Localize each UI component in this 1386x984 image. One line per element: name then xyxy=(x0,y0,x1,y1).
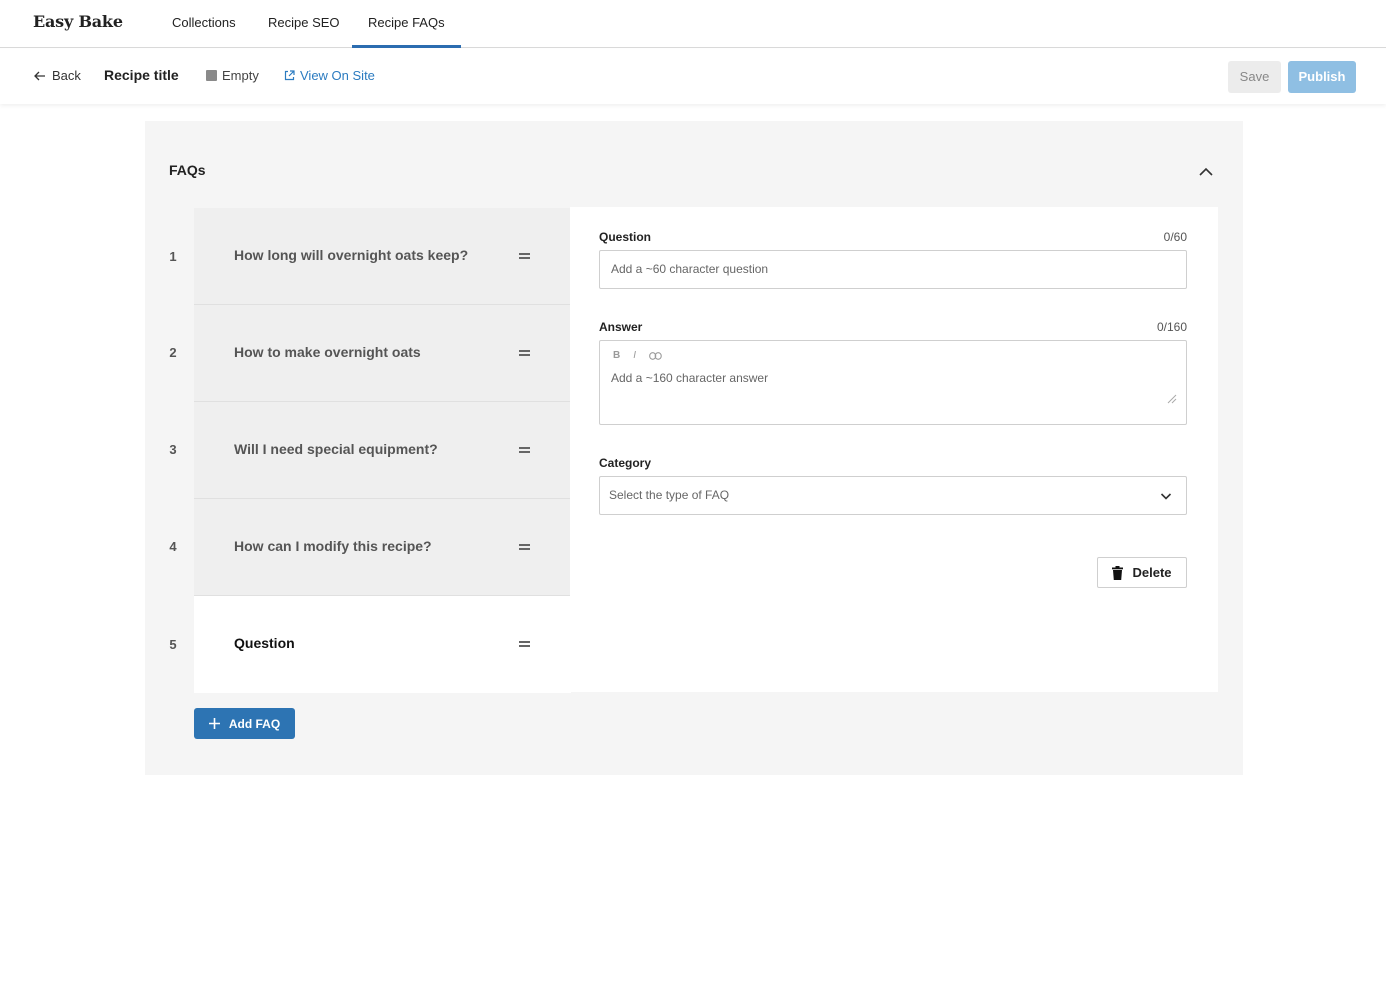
faq-number: 2 xyxy=(169,345,177,360)
italic-icon[interactable]: I xyxy=(633,350,636,361)
answer-editor[interactable]: B I Add a ~160 character answer xyxy=(599,340,1187,425)
drag-handle-icon[interactable] xyxy=(519,544,530,550)
category-placeholder: Select the type of FAQ xyxy=(609,488,730,502)
faq-question-text: Will I need special equipment? xyxy=(234,441,438,457)
question-char-count: 0/60 xyxy=(1163,230,1187,244)
category-label: Category xyxy=(599,456,652,470)
add-faq-label: Add FAQ xyxy=(228,716,281,731)
faq-list-item[interactable]: How can I modify this recipe? xyxy=(194,499,571,596)
faq-number: 3 xyxy=(169,442,177,457)
rich-text-toolbar: B I xyxy=(613,350,662,361)
delete-button[interactable]: Delete xyxy=(1097,557,1187,588)
link-icon[interactable] xyxy=(649,351,662,360)
view-on-site-link[interactable]: View On Site xyxy=(284,68,375,83)
publish-button[interactable]: Publish xyxy=(1288,61,1356,93)
drag-handle-icon[interactable] xyxy=(519,253,530,259)
answer-placeholder: Add a ~160 character answer xyxy=(611,371,769,385)
faq-number: 1 xyxy=(169,249,177,264)
faq-question-text: How long will overnight oats keep? xyxy=(234,247,469,263)
back-button[interactable]: Back xyxy=(34,68,81,83)
recipe-title: Recipe title xyxy=(104,67,179,83)
tab-collections[interactable]: Collections xyxy=(156,0,252,48)
panel-title: FAQs xyxy=(169,162,206,178)
faq-list-item[interactable]: How long will overnight oats keep? xyxy=(194,208,571,305)
question-placeholder: Add a ~60 character question xyxy=(611,262,769,276)
faq-number: 5 xyxy=(169,637,177,652)
trash-icon xyxy=(1112,565,1124,580)
external-link-icon xyxy=(284,70,295,81)
add-faq-button[interactable]: Add FAQ xyxy=(194,708,295,739)
resize-handle-icon[interactable] xyxy=(1165,392,1177,404)
back-label: Back xyxy=(52,68,81,83)
drag-handle-icon[interactable] xyxy=(519,350,530,356)
faq-list-item[interactable]: How to make overnight oats xyxy=(194,305,571,402)
chevron-down-icon xyxy=(1160,493,1172,500)
tab-recipe-seo[interactable]: Recipe SEO xyxy=(252,0,356,48)
faq-list-item[interactable]: Will I need special equipment? xyxy=(194,402,571,499)
save-button[interactable]: Save xyxy=(1228,61,1281,93)
faq-number: 4 xyxy=(169,539,177,554)
status-badge: Empty xyxy=(206,68,259,83)
answer-char-count: 0/160 xyxy=(1156,320,1187,334)
category-select[interactable]: Select the type of FAQ xyxy=(599,476,1187,515)
view-on-site-label: View On Site xyxy=(300,68,375,83)
answer-label: Answer xyxy=(599,320,643,334)
question-input[interactable]: Add a ~60 character question xyxy=(599,250,1187,289)
brand-logo[interactable]: Easy Bake xyxy=(33,12,123,31)
top-nav: Easy Bake Collections Recipe SEO Recipe … xyxy=(0,0,1386,48)
faq-question-text: Question xyxy=(234,635,295,651)
question-label: Question xyxy=(599,230,652,244)
status-square-icon xyxy=(206,70,217,81)
bold-icon[interactable]: B xyxy=(613,350,620,361)
drag-handle-icon[interactable] xyxy=(519,641,530,647)
plus-icon xyxy=(208,718,220,729)
faq-question-text: How can I modify this recipe? xyxy=(234,538,432,554)
status-label: Empty xyxy=(222,68,259,83)
recipe-toolbar: Back Recipe title Empty View On Site Sav… xyxy=(0,49,1386,104)
faq-list-item-selected[interactable]: Question xyxy=(194,596,571,693)
arrow-left-icon xyxy=(34,71,45,80)
faq-editor: Question 0/60 Add a ~60 character questi… xyxy=(570,207,1218,692)
tab-recipe-faqs[interactable]: Recipe FAQs xyxy=(352,0,461,48)
faq-question-text: How to make overnight oats xyxy=(234,344,421,360)
faqs-panel: FAQs 1 2 3 4 5 How long will overnight o… xyxy=(145,121,1243,775)
chevron-up-icon[interactable] xyxy=(1198,164,1214,180)
delete-label: Delete xyxy=(1132,565,1172,580)
drag-handle-icon[interactable] xyxy=(519,447,530,453)
